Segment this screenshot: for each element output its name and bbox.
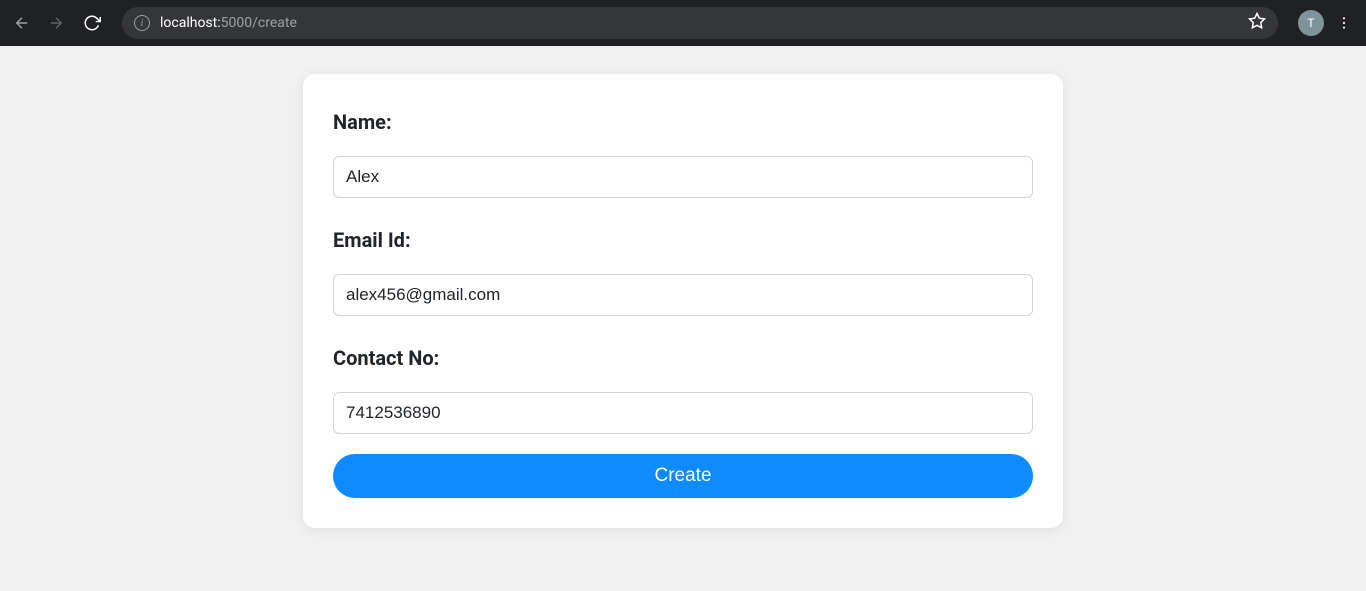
- url-host: localhost:: [160, 15, 221, 31]
- create-form-card: Name: Email Id: Contact No: Create: [303, 74, 1063, 528]
- back-button[interactable]: [8, 9, 36, 37]
- forward-button[interactable]: [42, 9, 70, 37]
- address-bar[interactable]: i localhost:5000/create: [122, 7, 1278, 39]
- profile-avatar[interactable]: T: [1298, 10, 1324, 36]
- email-input[interactable]: [333, 274, 1033, 316]
- arrow-right-icon: [47, 14, 65, 32]
- name-input[interactable]: [333, 156, 1033, 198]
- browser-menu-button[interactable]: [1330, 9, 1358, 37]
- star-icon: [1248, 12, 1266, 30]
- reload-icon: [83, 14, 101, 32]
- more-vertical-icon: [1336, 15, 1352, 31]
- url-path: 5000/create: [221, 15, 297, 31]
- bookmark-button[interactable]: [1248, 12, 1266, 34]
- create-button[interactable]: Create: [333, 454, 1033, 498]
- contact-label: Contact No:: [333, 346, 1033, 370]
- url-text: localhost:5000/create: [160, 15, 297, 31]
- name-label: Name:: [333, 110, 1033, 134]
- email-label: Email Id:: [333, 228, 1033, 252]
- arrow-left-icon: [13, 14, 31, 32]
- reload-button[interactable]: [78, 9, 106, 37]
- browser-toolbar: i localhost:5000/create T: [0, 0, 1366, 46]
- contact-input[interactable]: [333, 392, 1033, 434]
- site-info-icon[interactable]: i: [134, 15, 150, 31]
- page-content: Name: Email Id: Contact No: Create: [0, 46, 1366, 528]
